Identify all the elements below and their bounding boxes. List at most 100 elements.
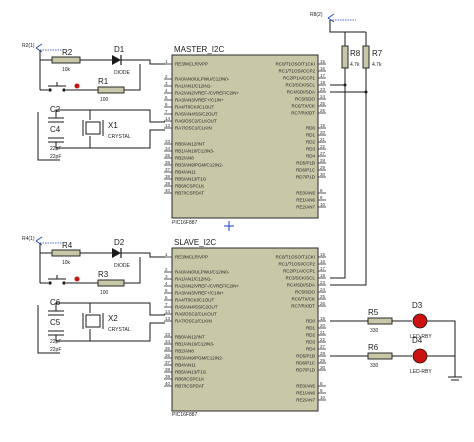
pin-number: 26 <box>320 108 326 113</box>
pin-label: RB3/AN9/PGM/C12IN2- <box>175 356 224 361</box>
pin-number: 9 <box>320 195 323 200</box>
pin-label: RC2/P1A/CCP1 <box>283 269 316 274</box>
power-terminal-icon <box>327 13 356 23</box>
pin-label: RB0/AN12/INT <box>175 335 205 340</box>
pin-number: 38 <box>165 367 171 372</box>
pin-number: 7 <box>165 109 168 114</box>
pin-label: RD6/P1C <box>296 168 316 173</box>
pin-label: RB4/AN11 <box>175 170 196 175</box>
master-part-label: PIC16F887 <box>172 220 198 226</box>
pin-label: RE1/AN6 <box>296 391 315 396</box>
pin-label: RA6/OSC2/CLKOUT <box>175 119 217 124</box>
r8-value: 4.7k <box>350 62 360 68</box>
r4-value: 10k <box>62 260 71 266</box>
c6-value: 22pF <box>50 347 61 353</box>
pin-number: 15 <box>320 252 326 257</box>
pin-label: RD7/P1D <box>296 368 316 373</box>
pin-number: 22 <box>320 337 326 342</box>
pin-label: RD1 <box>306 133 315 138</box>
pin-label: RD2 <box>306 333 315 338</box>
pin-number: 8 <box>320 381 323 386</box>
pin-label: RD4 <box>306 347 315 352</box>
pin-label: RD5/P1B <box>296 354 315 359</box>
r5-ref: R5 <box>368 308 379 317</box>
d2-value: DIODE <box>114 263 131 269</box>
pin-number: 21 <box>320 137 326 142</box>
resistor-r4[interactable]: R4 10k <box>51 241 81 266</box>
pin-number: 1 <box>165 59 168 64</box>
d4-value: LED-RBY <box>410 369 432 375</box>
pin-number: 39 <box>165 181 171 186</box>
pin-label: RC5/SDO <box>295 97 316 102</box>
pin-label: RA3/AN3/VREF+/C1IN+ <box>175 98 224 103</box>
pin-number: 4 <box>165 88 168 93</box>
pin-number: 16 <box>320 259 326 264</box>
r6-value: 330 <box>370 363 379 369</box>
pin-label: RA1/AN1/C12IN1- <box>175 84 212 89</box>
resistor-r7[interactable]: R7 4.7k <box>362 45 383 69</box>
pin-label: RC6/TX/CK <box>291 104 315 109</box>
pin-label: RB4/AN11 <box>175 363 196 368</box>
pin-number: 17 <box>320 266 326 271</box>
pin-number: 6 <box>165 295 168 300</box>
x2-ref: X2 <box>108 314 118 323</box>
r6-ref: R6 <box>368 343 379 352</box>
slave-chip[interactable]: RE3/MCLR/VPP 1 RA0/AN0/ULPWU/C12IN0- 2 RA1/A… <box>164 247 326 412</box>
resistor-r6[interactable]: R6 330 <box>367 343 393 369</box>
pin-number: 14 <box>165 116 171 121</box>
pin-label: RC7/RX/DT <box>291 304 315 309</box>
pin-label: RC0/T1OSO/T1CKI <box>275 62 315 67</box>
pin-number: 27 <box>320 344 326 349</box>
pin-label: RB3/AN9/PGM/C12IN2- <box>175 163 224 168</box>
pin-number: 5 <box>165 288 168 293</box>
pin-label: RD3 <box>306 147 315 152</box>
pin-label: RD3 <box>306 340 315 345</box>
pin-label: RB2/AN8 <box>175 156 194 161</box>
resistor-r3[interactable]: R3 100 <box>97 270 125 296</box>
pin-label: RE0/AN5 <box>296 191 315 196</box>
pin-number: 28 <box>320 351 326 356</box>
pin-label: RB5/AN13/T1G <box>175 177 207 182</box>
r1-value: 100 <box>100 97 109 103</box>
r3-ref: R3 <box>98 270 109 279</box>
resistor-r1[interactable]: R1 100 <box>97 77 125 103</box>
d1-value: DIODE <box>114 70 131 76</box>
pin-number: 23 <box>320 87 326 92</box>
resistor-r2[interactable]: R2 10k <box>51 48 81 73</box>
pin-number: 24 <box>320 94 326 99</box>
pin-number: 35 <box>165 153 171 158</box>
pin-number: 14 <box>165 309 171 314</box>
pin-label: RB6/ICSPCLK <box>175 184 204 189</box>
pin-number: 36 <box>165 353 171 358</box>
resistor-r5[interactable]: R5 330 <box>367 308 393 334</box>
pin-label: RD5/P1B <box>296 161 315 166</box>
pin-label: RA3/AN3/VREF+/C1IN+ <box>175 291 224 296</box>
pin-label: RC3/SCK/SCL <box>285 83 315 88</box>
power-label-r2: R2(1) <box>22 43 35 49</box>
pin-label: RC2/P1A/CCP1 <box>283 76 316 81</box>
pin-number: 39 <box>165 374 171 379</box>
pin-label: RD0 <box>306 319 315 324</box>
resistor-r8[interactable]: R8 4.7k <box>341 45 361 69</box>
pin-number: 20 <box>320 323 326 328</box>
master-chip[interactable]: RE3/MCLR/VPP 1 RA0/AN0/ULPWU/C12IN0- 2 RA1/A… <box>164 54 326 219</box>
pin-number: 25 <box>320 294 326 299</box>
r2-value: 10k <box>62 67 71 73</box>
pin-number: 30 <box>320 365 326 370</box>
pin-label: RE0/AN5 <box>296 384 315 389</box>
pin-label: RE2/AN7 <box>296 205 315 210</box>
pin-label: RC1/T1OSI/CCP2 <box>278 262 315 267</box>
pin-number: 40 <box>165 381 171 386</box>
pin-number: 33 <box>165 139 171 144</box>
pin-number: 36 <box>165 160 171 165</box>
x1-ref: X1 <box>108 121 118 130</box>
pin-label: RA6/OSC2/CLKOUT <box>175 312 217 317</box>
pin-label: RA5/AN4/SS/C2OUT <box>175 112 218 117</box>
r1-ref: R1 <box>98 77 109 86</box>
pin-number: 5 <box>165 95 168 100</box>
c4-ref: C4 <box>50 125 61 134</box>
pin-number: 3 <box>165 81 168 86</box>
schematic: RE3/MCLR/VPP 1 RA0/AN0/ULPWU/C12IN0- 2 RA1/A… <box>22 12 462 418</box>
pin-number: 13 <box>165 123 171 128</box>
r4-ref: R4 <box>62 241 73 250</box>
